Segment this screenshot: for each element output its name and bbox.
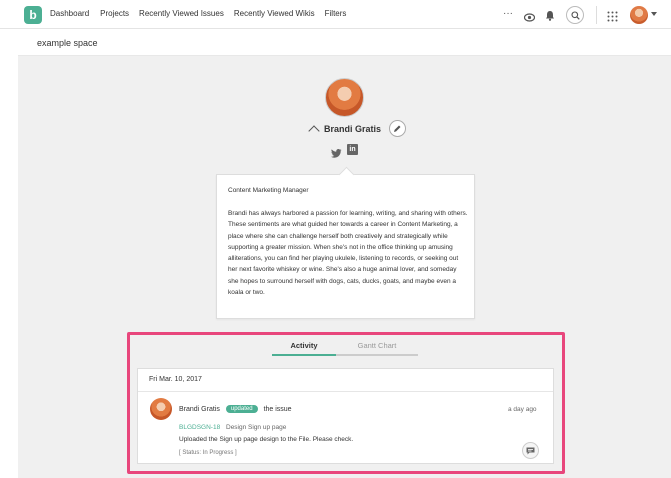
status-badge: updated	[225, 405, 258, 413]
job-title: Content Marketing Manager	[228, 187, 309, 194]
nav-recently-viewed-wikis[interactable]: Recently Viewed Wikis	[234, 9, 315, 18]
profile-tabs: Activity Gantt Chart	[272, 338, 418, 356]
activity-user-avatar[interactable]	[150, 398, 172, 420]
activity-status: [ Status: In Progress ]	[179, 450, 237, 456]
activity-user-name[interactable]: Brandi Gratis	[179, 406, 220, 413]
tab-gantt-chart[interactable]: Gantt Chart	[336, 338, 418, 356]
comment-button[interactable]	[522, 442, 539, 459]
main-nav: Dashboard Projects Recently Viewed Issue…	[50, 9, 356, 18]
issue-reference: BLGDSGN-18 Design Sign up page	[179, 424, 286, 431]
nav-recently-viewed-issues[interactable]: Recently Viewed Issues	[139, 9, 224, 18]
header-divider	[596, 6, 597, 24]
issue-title[interactable]: Design Sign up page	[226, 424, 286, 431]
activity-card: Fri Mar. 10, 2017 Brandi Gratis updated …	[137, 368, 554, 464]
top-navigation-bar: b Dashboard Projects Recently Viewed Iss…	[0, 0, 671, 29]
nav-dashboard[interactable]: Dashboard	[50, 9, 89, 18]
chevron-up-icon[interactable]	[308, 125, 320, 137]
profile-avatar	[325, 78, 364, 117]
space-header: example space	[18, 29, 671, 56]
activity-date: Fri Mar. 10, 2017	[149, 376, 202, 383]
activity-comment: Uploaded the Sign up page design to the …	[179, 436, 354, 443]
watch-eye-icon[interactable]	[523, 9, 536, 27]
chevron-down-icon[interactable]	[651, 12, 657, 16]
apps-grid-icon[interactable]	[607, 9, 618, 27]
notification-bell-icon[interactable]	[545, 8, 555, 26]
twitter-icon[interactable]	[331, 145, 342, 163]
more-icon[interactable]: ···	[503, 8, 513, 19]
activity-date-header: Fri Mar. 10, 2017	[138, 369, 553, 392]
activity-action-text: the issue	[263, 405, 292, 413]
edit-profile-button[interactable]	[389, 120, 406, 137]
issue-key-link[interactable]: BLGDSGN-18	[179, 424, 220, 431]
linkedin-icon[interactable]: in	[347, 144, 358, 155]
profile-name-row: Brandi Gratis	[308, 122, 382, 137]
app-logo[interactable]: b	[24, 6, 42, 24]
user-avatar[interactable]	[630, 6, 648, 24]
nav-filters[interactable]: Filters	[325, 9, 347, 18]
search-icon[interactable]	[566, 6, 584, 24]
activity-summary: Brandi Gratis updated the issue	[179, 405, 292, 413]
speech-bubble-icon	[526, 447, 535, 454]
space-name[interactable]: example space	[37, 38, 98, 48]
bio-popover: Content Marketing Manager Brandi has alw…	[216, 174, 475, 319]
bio-text: Brandi has always harbored a passion for…	[228, 210, 468, 297]
activity-timestamp: a day ago	[508, 406, 537, 413]
profile-name: Brandi Gratis	[324, 124, 382, 134]
nav-projects[interactable]: Projects	[100, 9, 129, 18]
pencil-icon	[394, 125, 401, 132]
tab-activity[interactable]: Activity	[272, 338, 336, 356]
